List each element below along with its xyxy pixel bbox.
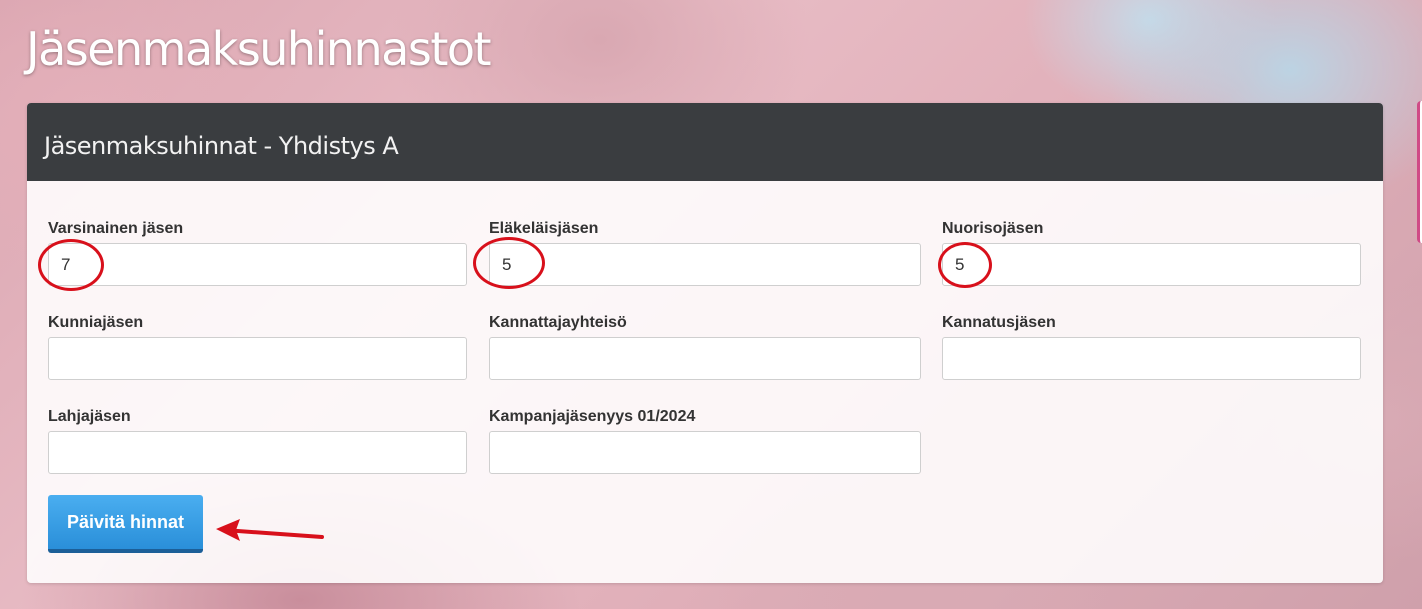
membership-fee-panel: Jäsenmaksuhinnat - Yhdistys A Varsinaine… <box>27 103 1383 583</box>
field-kannatusjasen: Kannatusjäsen <box>942 313 1361 380</box>
kannattajayhteiso-input[interactable] <box>489 337 921 380</box>
field-kunniajasen: Kunniajäsen <box>48 313 467 380</box>
kampanjajasenyys-input[interactable] <box>489 431 921 474</box>
elakelaisjasen-input[interactable] <box>489 243 921 286</box>
annotation-arrow-icon <box>216 519 324 541</box>
field-kampanjajasenyys: Kampanjajäsenyys 01/2024 <box>489 407 921 474</box>
update-prices-button[interactable]: Päivitä hinnat <box>48 495 203 553</box>
field-varsinainen-jasen: Varsinainen jäsen <box>48 219 467 286</box>
field-label: Kampanjajäsenyys 01/2024 <box>489 408 696 425</box>
field-label: Kannattajayhteisö <box>489 314 627 331</box>
panel-title: Jäsenmaksuhinnat - Yhdistys A <box>44 132 399 160</box>
field-label: Nuorisojäsen <box>942 220 1044 237</box>
field-elakelaisjasen: Eläkeläisjäsen <box>489 219 921 286</box>
kunniajasen-input[interactable] <box>48 337 467 380</box>
field-label: Varsinainen jäsen <box>48 220 184 237</box>
lahjajasen-input[interactable] <box>48 431 467 474</box>
field-label: Kunniajäsen <box>48 314 144 331</box>
varsinainen-jasen-input[interactable] <box>48 243 467 286</box>
side-panel-edge[interactable] <box>1417 101 1422 243</box>
nuorisojasen-input[interactable] <box>942 243 1361 286</box>
field-label: Eläkeläisjäsen <box>489 220 599 237</box>
field-label: Lahjajäsen <box>48 408 131 425</box>
panel-header: Jäsenmaksuhinnat - Yhdistys A <box>27 103 1383 181</box>
field-lahjajasen: Lahjajäsen <box>48 407 467 474</box>
page-title: Jäsenmaksuhinnastot <box>26 22 492 76</box>
field-kannattajayhteiso: Kannattajayhteisö <box>489 313 921 380</box>
field-label: Kannatusjäsen <box>942 314 1056 331</box>
kannatusjasen-input[interactable] <box>942 337 1361 380</box>
field-nuorisojasen: Nuorisojäsen <box>942 219 1361 286</box>
